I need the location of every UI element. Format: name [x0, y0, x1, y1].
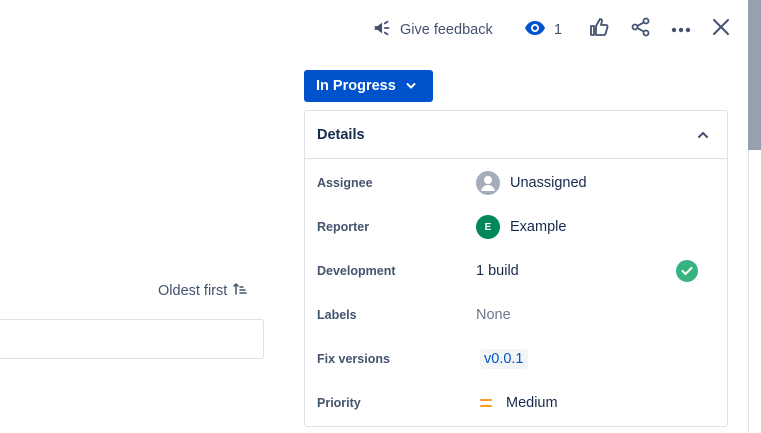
- assignee-value[interactable]: Unassigned: [476, 171, 587, 195]
- development-build-link[interactable]: 1 build: [476, 263, 519, 279]
- close-icon: [712, 18, 730, 41]
- give-feedback-label: Give feedback: [400, 22, 493, 38]
- background-page: [748, 150, 761, 433]
- watch-button[interactable]: 1: [524, 16, 562, 44]
- status-dropdown-button[interactable]: In Progress: [304, 70, 433, 102]
- comment-input[interactable]: [0, 319, 264, 359]
- reporter-avatar: E: [476, 215, 500, 239]
- field-row-fix-versions: Fix versions v0.0.1: [305, 337, 727, 381]
- labels-none: None: [476, 307, 511, 323]
- check-circle-icon: [676, 260, 698, 282]
- megaphone-icon: [372, 17, 394, 43]
- close-button[interactable]: [708, 16, 734, 42]
- share-button[interactable]: [628, 16, 654, 42]
- sort-order-label: Oldest first: [158, 283, 228, 299]
- field-row-reporter: Reporter E Example: [305, 205, 727, 249]
- sort-ascending-icon: [233, 282, 248, 300]
- share-icon: [631, 17, 651, 42]
- more-icon: [671, 20, 691, 38]
- priority-medium-icon: [476, 399, 496, 407]
- eye-icon: [524, 20, 546, 40]
- assignee-name: Unassigned: [510, 175, 587, 191]
- sort-order-button[interactable]: Oldest first: [158, 281, 248, 301]
- version-lozenge[interactable]: v0.0.1: [480, 349, 528, 369]
- field-row-labels: Labels None: [305, 293, 727, 337]
- field-row-assignee: Assignee Unassigned: [305, 161, 727, 205]
- priority-name: Medium: [506, 395, 558, 411]
- development-value[interactable]: 1 build: [476, 263, 519, 279]
- issue-action-bar: Give feedback 1: [370, 16, 740, 44]
- labels-value[interactable]: None: [476, 307, 511, 323]
- details-title: Details: [317, 126, 365, 143]
- priority-label: Priority: [317, 396, 361, 410]
- reporter-name: Example: [510, 219, 567, 235]
- assignee-label: Assignee: [317, 176, 373, 190]
- chevron-up-icon[interactable]: [697, 126, 709, 144]
- like-button[interactable]: [586, 16, 612, 42]
- unassigned-avatar-icon: [476, 171, 500, 195]
- details-panel: Details Assignee Unassigned Reporter E E…: [304, 110, 728, 427]
- fix-versions-label: Fix versions: [317, 352, 390, 366]
- field-row-priority: Priority Medium: [305, 381, 727, 425]
- watch-count: 1: [554, 22, 563, 38]
- give-feedback-button[interactable]: Give feedback: [372, 16, 493, 44]
- status-label: In Progress: [316, 78, 396, 94]
- labels-label: Labels: [317, 308, 357, 322]
- details-panel-header[interactable]: Details: [305, 111, 727, 159]
- development-label: Development: [317, 264, 396, 278]
- fix-versions-value[interactable]: v0.0.1: [476, 349, 528, 369]
- priority-value[interactable]: Medium: [476, 395, 558, 411]
- chevron-down-icon: [406, 78, 416, 94]
- field-row-development: Development 1 build: [305, 249, 727, 293]
- reporter-value[interactable]: E Example: [476, 215, 566, 239]
- reporter-label: Reporter: [317, 220, 370, 234]
- thumbs-up-icon: [589, 17, 609, 42]
- more-actions-button[interactable]: [668, 16, 694, 42]
